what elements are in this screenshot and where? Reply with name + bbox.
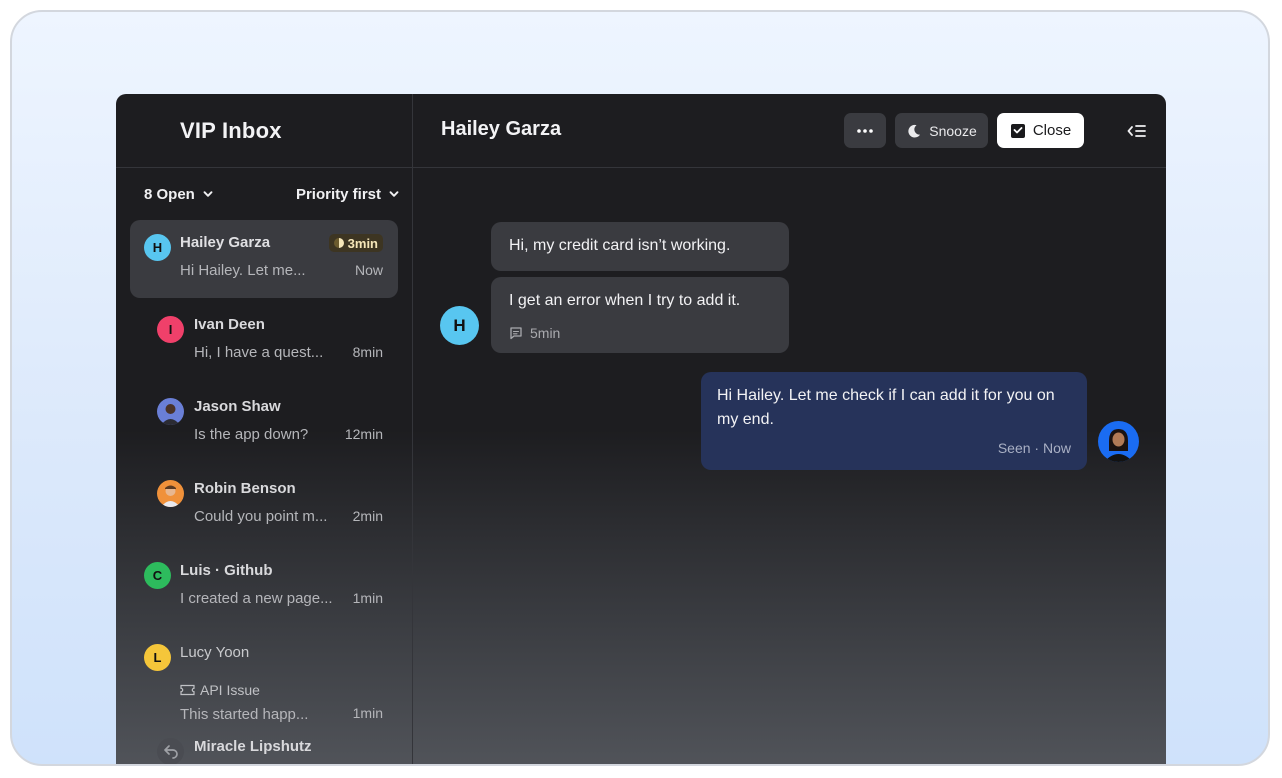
- chevron-down-icon: [203, 191, 213, 197]
- collapse-panel-icon[interactable]: [1127, 122, 1147, 140]
- conversation-time: 1min: [352, 590, 383, 606]
- message-text: Hi, my credit card isn’t working.: [509, 237, 731, 254]
- snooze-label: Snooze: [929, 122, 977, 139]
- ticket-tag: API Issue: [180, 682, 260, 698]
- customer-message: Hi, my credit card isn’t working.: [491, 222, 789, 271]
- avatar: [157, 738, 184, 764]
- message-time: 5min: [530, 325, 561, 341]
- person-photo-icon: [1104, 429, 1133, 462]
- avatar: I: [157, 316, 184, 343]
- conversation-item[interactable]: H Hailey Garza 3min Hi Hailey. Let me...…: [130, 220, 398, 298]
- conversation-preview: This started happ...: [180, 706, 309, 723]
- inbox-title: VIP Inbox: [180, 117, 282, 143]
- conversation-time: Now: [354, 262, 383, 278]
- conversation-name: Luis · Github: [180, 562, 273, 579]
- person-photo-icon: [161, 485, 180, 507]
- ticket-tag-label: API Issue: [200, 682, 260, 698]
- message-text: Hi Hailey. Let me check if I can add it …: [717, 387, 1055, 428]
- conversation-item[interactable]: Jason Shaw Is the app down? 12min: [130, 384, 398, 462]
- message-status: Seen · Now: [997, 440, 1071, 456]
- conversation-name: Ivan Deen: [194, 316, 265, 333]
- conversation-header: Hailey Garza z Snooze Close: [413, 94, 1166, 168]
- ticket-icon: [180, 684, 195, 696]
- person-photo-icon: [161, 404, 180, 425]
- conversation-panel: Hailey Garza z Snooze Close Hi, my credi…: [413, 94, 1166, 764]
- moon-icon: z: [908, 124, 921, 138]
- avatar: [157, 480, 184, 507]
- conversation-preview: Hi, I have a quest...: [194, 344, 324, 361]
- agent-message: Hi Hailey. Let me check if I can add it …: [701, 372, 1087, 470]
- avatar: C: [144, 562, 171, 589]
- conversation-name: Miracle Lipshutz: [194, 738, 312, 755]
- agent-avatar: [1098, 421, 1139, 462]
- chat-icon: [510, 327, 522, 340]
- customer-avatar: H: [440, 306, 479, 345]
- inbox-check-icon: [1010, 123, 1025, 138]
- conversation-item[interactable]: C Luis · Github I created a new page... …: [130, 548, 398, 626]
- open-filter-label: 8 Open: [144, 185, 195, 203]
- conversation-name: Robin Benson: [194, 480, 296, 497]
- conversation-item[interactable]: I Ivan Deen Hi, I have a quest... 8min: [130, 302, 398, 380]
- timer-icon: [333, 238, 344, 248]
- conversation-sidebar: VIP Inbox 8 Open Priority first H Hailey…: [116, 94, 413, 764]
- close-label: Close: [1032, 122, 1072, 139]
- conversation-preview: I created a new page...: [180, 590, 333, 607]
- page-frame: VIP Inbox 8 Open Priority first H Hailey…: [10, 10, 1270, 766]
- avatar: L: [144, 644, 171, 671]
- sidebar-filters: 8 Open Priority first: [116, 168, 412, 220]
- conversation-item[interactable]: Robin Benson Could you point m... 2min: [130, 466, 398, 544]
- more-horizontal-icon: [857, 128, 873, 133]
- conversation-time: 8min: [352, 344, 383, 360]
- close-conversation-button[interactable]: Close: [997, 113, 1084, 148]
- sidebar-header: VIP Inbox: [116, 94, 412, 168]
- message-text: I get an error when I try to add it.: [509, 292, 741, 309]
- conversation-item[interactable]: Miracle Lipshutz: [130, 724, 398, 764]
- customer-message: I get an error when I try to add it. 5mi…: [491, 277, 789, 353]
- svg-text:z: z: [916, 126, 919, 132]
- sort-dropdown[interactable]: Priority first: [296, 186, 400, 203]
- conversation-preview: Is the app down?: [194, 426, 309, 443]
- message-meta: 5min: [509, 321, 560, 345]
- conversation-time: 2min: [352, 508, 383, 524]
- conversation-time: 1min: [352, 705, 383, 721]
- chevron-down-icon: [389, 191, 399, 197]
- conversation-name: Hailey Garza: [180, 234, 271, 251]
- sort-label: Priority first: [295, 185, 381, 203]
- conversation-item[interactable]: L Lucy Yoon API Issue This started happ.…: [130, 630, 398, 723]
- conversation-time: 12min: [344, 426, 383, 442]
- sla-badge: 3min: [328, 234, 383, 252]
- inbox-app-window: VIP Inbox 8 Open Priority first H Hailey…: [116, 94, 1166, 764]
- conversation-name: Jason Shaw: [194, 398, 281, 415]
- reply-icon: [164, 745, 178, 759]
- conversation-name: Lucy Yoon: [180, 644, 250, 661]
- conversation-list: H Hailey Garza 3min Hi Hailey. Let me...…: [116, 220, 412, 764]
- avatar: [157, 398, 184, 425]
- open-filter-dropdown[interactable]: 8 Open: [144, 186, 214, 203]
- more-options-button[interactable]: [844, 113, 886, 148]
- snooze-button[interactable]: z Snooze: [895, 113, 988, 148]
- sla-badge-time: 3min: [347, 235, 378, 251]
- conversation-preview: Hi Hailey. Let me...: [180, 262, 306, 279]
- conversation-preview: Could you point m...: [194, 508, 328, 525]
- avatar: H: [144, 234, 171, 261]
- conversation-title: Hailey Garza: [441, 118, 562, 140]
